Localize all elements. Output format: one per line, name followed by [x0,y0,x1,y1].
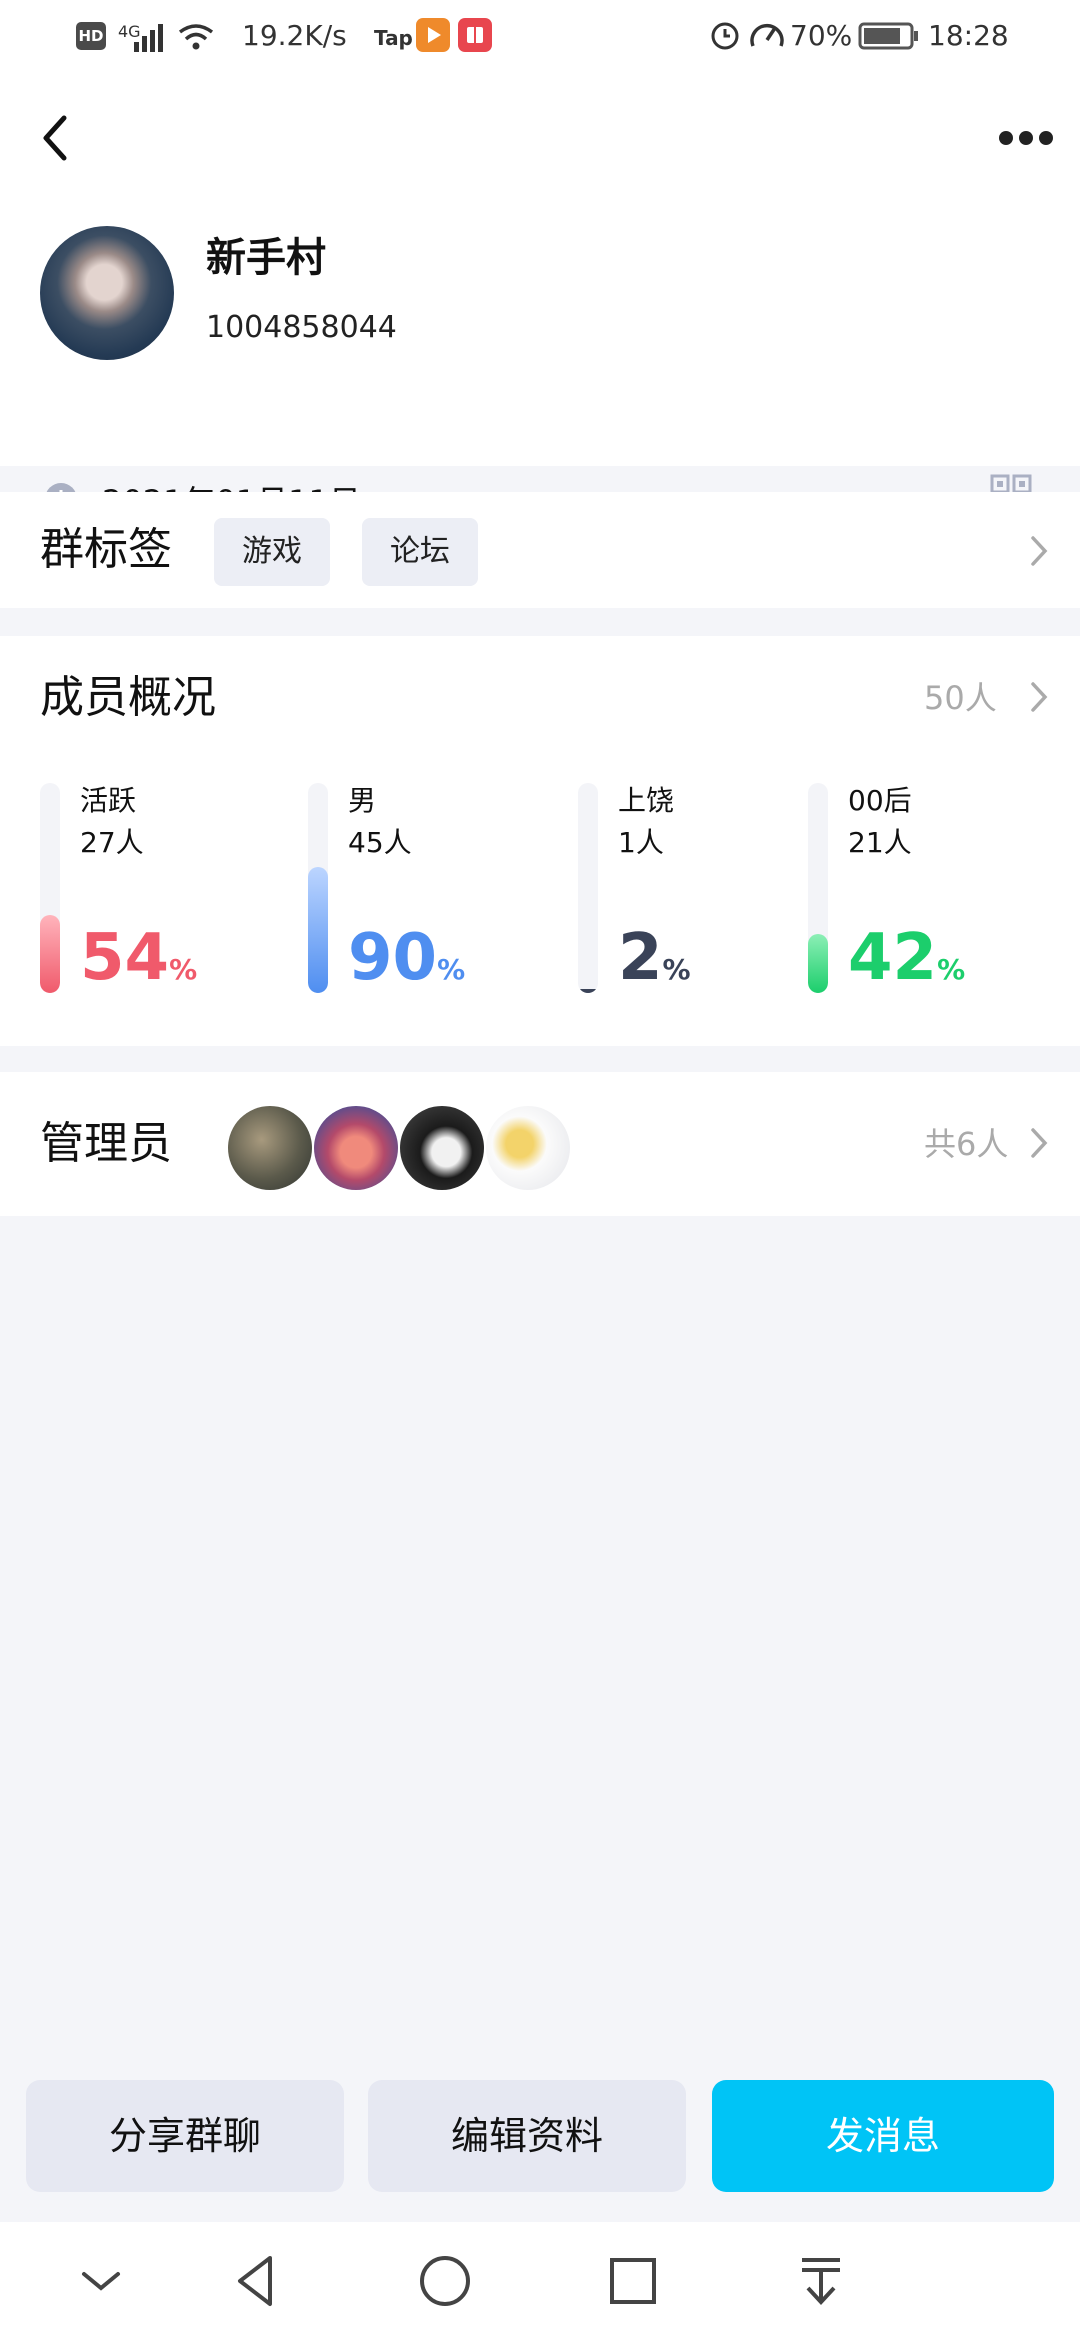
stat-bar-fill [578,988,598,993]
admin-avatar[interactable] [486,1106,570,1190]
stat-bar [578,783,598,993]
admins-row[interactable]: 管理员 共6人 [0,1072,1080,1216]
signal-icon [134,24,163,52]
battery-icon [858,22,918,50]
stat-bar [308,783,328,993]
more-icon[interactable] [996,126,1056,150]
alarm-icon [711,22,739,50]
stat-count: 45人 [348,826,412,859]
tap-app-icon [416,18,450,52]
member-total: 50人 [924,679,997,717]
group-name: 新手村 [206,235,326,281]
nav-home-icon[interactable] [414,2250,476,2312]
group-id: 1004858044 [206,310,397,345]
group-tags-row[interactable]: 群标签 游戏 论坛 [0,492,1080,608]
stat-region: 上饶 1人 2% [578,783,828,993]
stat-bar [40,783,60,993]
stat-percent: 54% [80,921,198,995]
stat-count: 27人 [80,826,144,859]
stat-bar-fill [808,934,828,993]
stat-bar-fill [40,915,60,993]
admins-count: 共6人 [924,1125,1009,1163]
back-icon[interactable] [36,108,76,168]
wifi-icon [178,24,214,50]
book-app-icon [458,18,492,52]
stat-bar [808,783,828,993]
stat-percent: 42% [848,921,966,995]
tag-item: 游戏 [214,518,330,586]
stat-label: 活跃 [80,784,137,817]
chevron-right-icon [1031,536,1048,566]
tag-item: 论坛 [362,518,478,586]
admins-title: 管理员 [40,1118,172,1169]
hd-icon: HD [76,22,106,50]
stat-age: 00后 21人 42% [808,783,1058,993]
share-group-button[interactable]: 分享群聊 [26,2080,344,2192]
speedometer-icon [750,23,784,47]
status-bar: HD 4G 19.2K/s Tap 70% 18:28 [0,0,1080,74]
group-avatar[interactable] [40,226,174,360]
clock-time: 18:28 [928,19,1009,52]
member-overview[interactable]: 成员概况 50人 活跃 27人 54% 男 45人 90% 上饶 1人 2% 0… [0,636,1080,1046]
stat-percent: 2% [618,921,691,995]
admin-avatar[interactable] [314,1106,398,1190]
stat-label: 00后 [848,784,912,817]
admin-avatar[interactable] [400,1106,484,1190]
stat-male: 男 45人 90% [308,783,558,993]
group-header: 新手村 1004858044 2021年01月11日 [0,74,1080,521]
stat-active: 活跃 27人 54% [40,783,290,993]
stat-label: 男 [348,784,377,817]
nav-back-icon[interactable] [226,2250,288,2312]
edit-profile-button[interactable]: 编辑资料 [368,2080,686,2192]
nav-recents-icon[interactable] [602,2250,664,2312]
stat-label: 上饶 [618,784,675,817]
chevron-right-icon [1031,1128,1048,1158]
chevron-down-icon[interactable] [70,2250,132,2312]
stat-count: 21人 [848,826,912,859]
system-nav-bar [0,2222,1080,2340]
stat-bar-fill [308,867,328,993]
battery-percent: 70% [790,19,853,52]
tags-title: 群标签 [40,524,172,575]
tap-label: Tap [374,26,413,50]
stat-percent: 90% [348,921,466,995]
nav-notification-pull-icon[interactable] [790,2250,852,2312]
chevron-right-icon [1031,682,1048,712]
network-speed: 19.2K/s [242,19,347,52]
send-message-button[interactable]: 发消息 [712,2080,1054,2192]
admin-avatar[interactable] [228,1106,312,1190]
member-overview-title: 成员概况 [40,672,216,723]
stat-count: 1人 [618,826,664,859]
